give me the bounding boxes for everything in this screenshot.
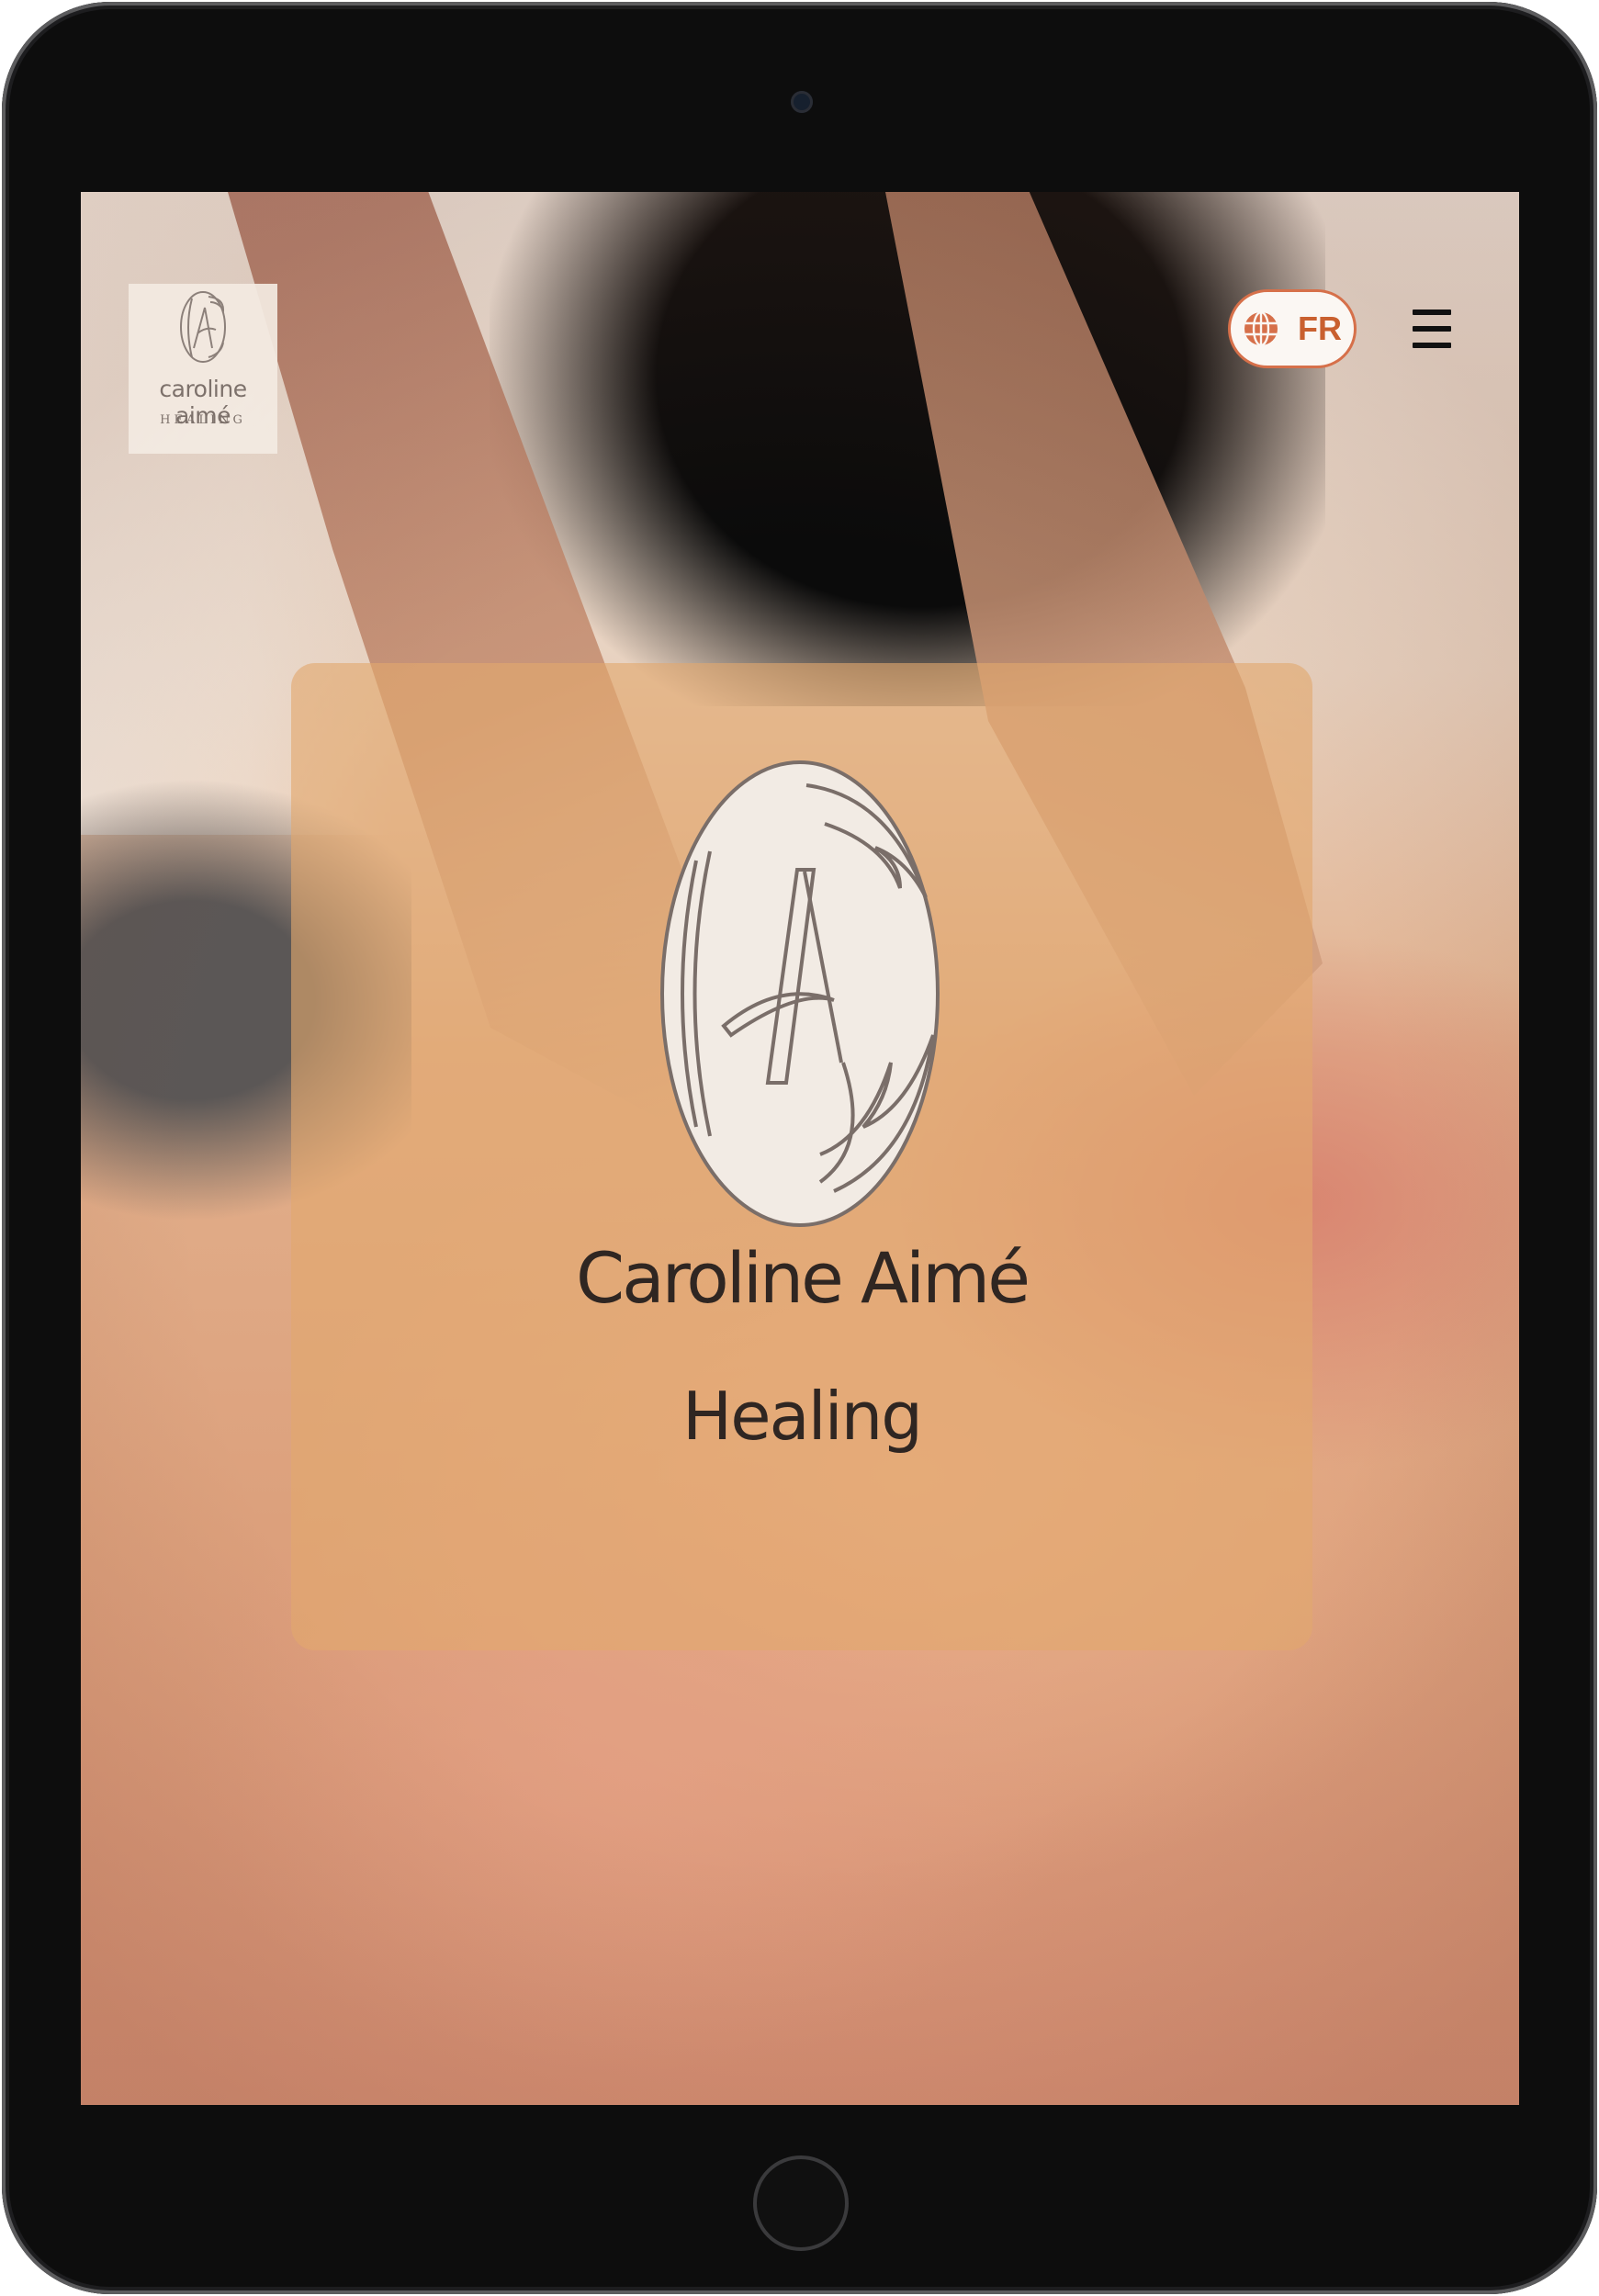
globe-icon <box>1244 310 1278 347</box>
ca-monogram-emblem-icon <box>660 760 940 1227</box>
home-button[interactable] <box>753 2155 849 2251</box>
logo-monogram-icon <box>180 291 226 363</box>
menu-bar-icon <box>1413 310 1451 315</box>
menu-bar-icon <box>1413 326 1451 332</box>
hero-subtitle: Healing <box>682 1378 923 1455</box>
language-switcher[interactable]: FR <box>1228 289 1357 368</box>
hamburger-menu-button[interactable] <box>1411 306 1455 352</box>
page-viewport: caroline aimé HEALING FR Caroline Aimé H… <box>81 192 1519 2105</box>
menu-bar-icon <box>1413 343 1451 348</box>
site-logo[interactable]: caroline aimé HEALING <box>129 284 277 454</box>
tablet-frame: caroline aimé HEALING FR Caroline Aimé H… <box>2 2 1597 2294</box>
language-label: FR <box>1298 310 1342 347</box>
hero-card: Caroline Aimé Healing <box>291 663 1312 1650</box>
front-camera <box>791 91 813 113</box>
logo-tagline: HEALING <box>160 413 246 427</box>
hero-title: Caroline Aimé <box>576 1237 1030 1319</box>
